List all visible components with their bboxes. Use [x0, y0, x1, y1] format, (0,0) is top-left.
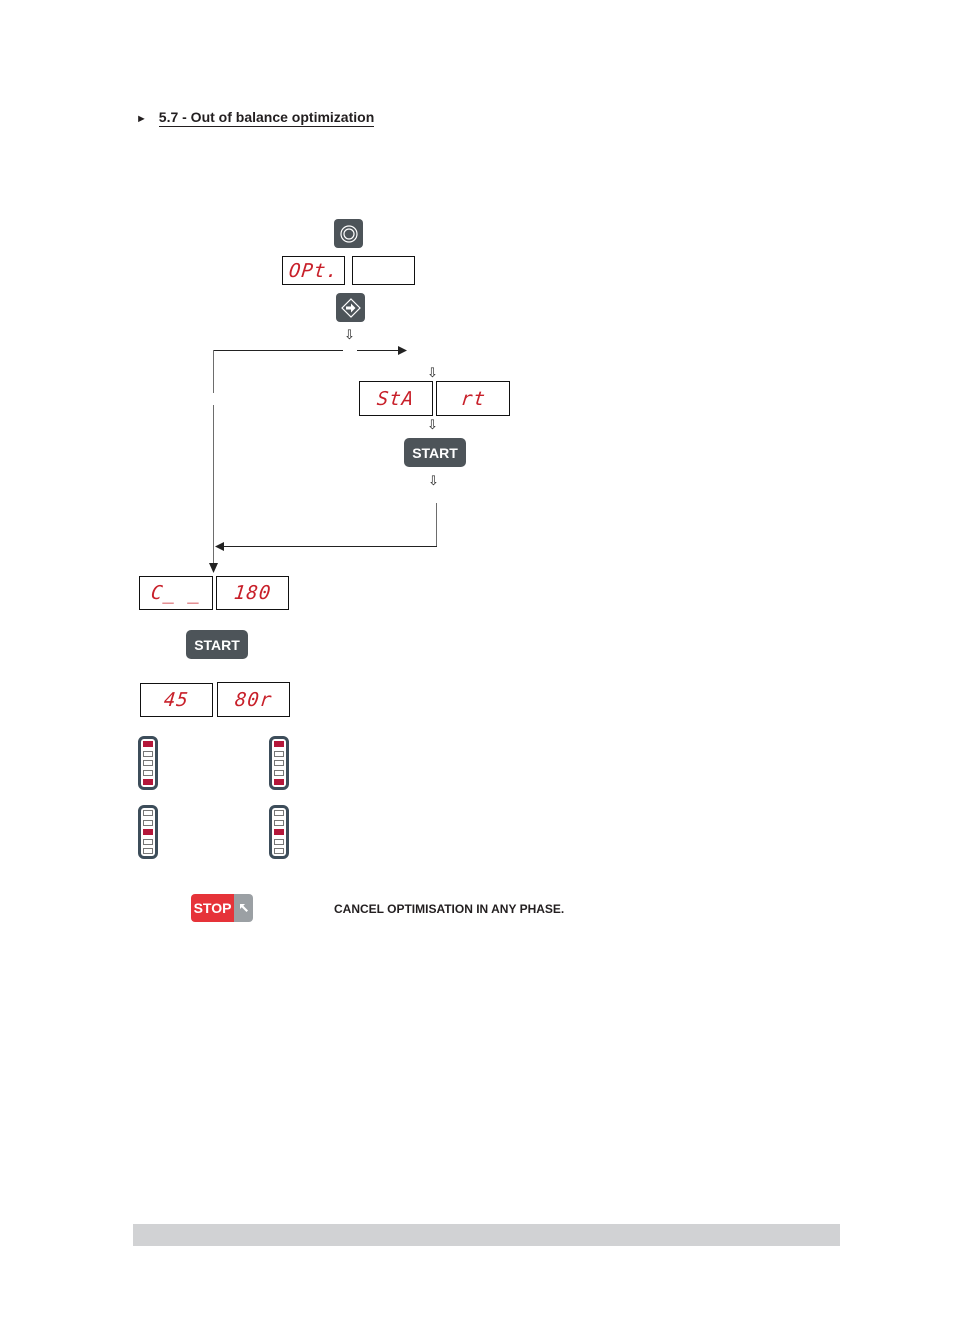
section-heading: ► 5.7 - Out of balance optimization [136, 109, 375, 127]
led-cell [143, 819, 153, 826]
led-cell [274, 848, 284, 854]
arrow-down-icon [209, 563, 218, 573]
flow-line [357, 350, 399, 351]
start-button[interactable]: START [404, 438, 466, 467]
display-left-opt: OPt. [282, 256, 345, 285]
stop-button[interactable]: STOP [191, 894, 253, 922]
flow-line [213, 405, 214, 565]
display-text: 180 [232, 582, 273, 604]
arrow-left-icon [215, 542, 224, 551]
led-cell [143, 810, 153, 816]
arrow-right-icon [398, 346, 407, 355]
led-cell [143, 779, 153, 785]
rotate-circle-icon [339, 224, 358, 243]
down-arrow-icon: ⇩ [344, 327, 355, 342]
led-cell [143, 829, 153, 835]
display-right-180: 180 [216, 576, 289, 610]
display-left-45: 45 [140, 683, 213, 717]
led-cell [274, 779, 284, 785]
led-cell [143, 769, 153, 776]
led-indicator-top-left [138, 736, 158, 790]
led-cell [274, 760, 284, 766]
flow-line [436, 503, 437, 546]
display-right-start: rt [436, 381, 510, 416]
led-cell [143, 760, 153, 766]
down-arrow-icon: ⇩ [427, 417, 438, 432]
led-indicator-top-right [269, 736, 289, 790]
display-text: 80r [233, 688, 274, 711]
arrow-up-left-icon [234, 894, 253, 922]
rotate-key-button[interactable] [334, 219, 363, 248]
display-text: rt [459, 387, 487, 410]
display-text: C_ _ [149, 582, 203, 604]
bullet-triangle-icon: ► [136, 113, 147, 125]
stop-description: CANCEL OPTIMISATION IN ANY PHASE. [334, 902, 565, 916]
display-left-start: StA [359, 381, 433, 416]
led-cell [274, 741, 284, 747]
flow-line [213, 350, 214, 393]
start-button-2[interactable]: START [186, 630, 248, 659]
section-title: 5.7 - Out of balance optimization [158, 109, 375, 127]
display-text: OPt. [287, 259, 340, 282]
led-cell [274, 769, 284, 776]
led-cell [274, 819, 284, 826]
led-cell [143, 848, 153, 854]
led-cell [143, 838, 153, 845]
display-left-c: C_ _ [139, 576, 213, 610]
enter-key-button[interactable] [336, 293, 365, 322]
led-cell [274, 829, 284, 835]
down-arrow-icon: ⇩ [428, 473, 439, 488]
led-cell [143, 750, 153, 757]
enter-arrow-icon [340, 297, 361, 318]
led-cell [143, 741, 153, 747]
led-cell [274, 750, 284, 757]
flow-line [222, 546, 437, 547]
display-right-80r: 80r [217, 682, 290, 717]
led-cell [274, 838, 284, 845]
footer-bar [133, 1224, 840, 1246]
down-arrow-icon: ⇩ [427, 365, 438, 380]
display-text: StA [376, 387, 416, 410]
flow-line [213, 350, 343, 351]
display-right-blank [352, 256, 415, 285]
led-indicator-bottom-right [269, 805, 289, 859]
led-cell [274, 810, 284, 816]
led-indicator-bottom-left [138, 805, 158, 859]
stop-label: STOP [191, 894, 234, 922]
display-text: 45 [162, 689, 191, 711]
